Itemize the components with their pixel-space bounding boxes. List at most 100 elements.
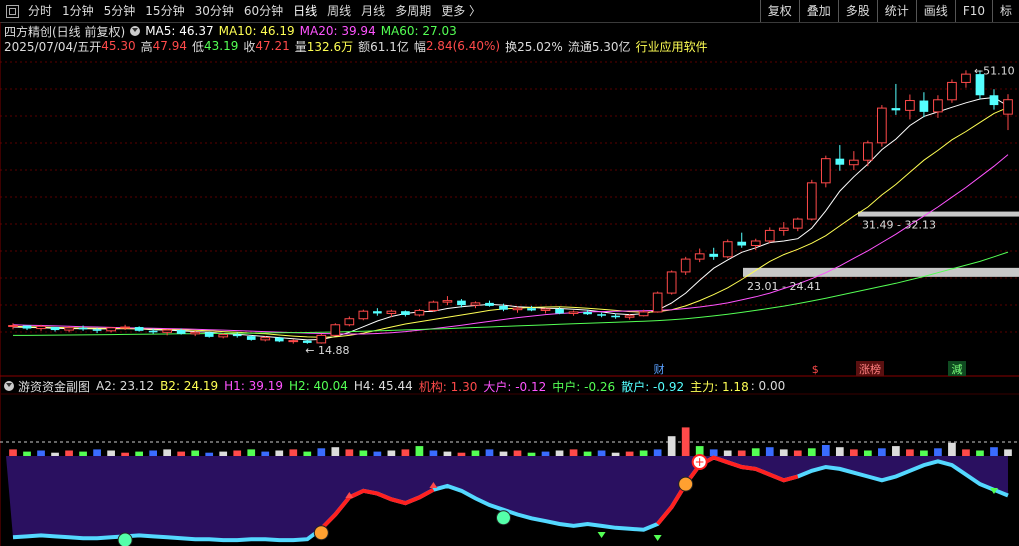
sub-bar (79, 451, 87, 456)
sub-bar (135, 451, 143, 456)
candle-body (806, 182, 817, 220)
sub-bar (583, 451, 592, 456)
sub-bar (976, 450, 984, 456)
sub-bar (457, 452, 466, 456)
sub-bar (177, 451, 186, 456)
candle-body (162, 329, 173, 333)
sub-bar (261, 451, 270, 456)
sub-bar (920, 450, 928, 456)
h4-label: H4: 45.44 (353, 379, 413, 393)
sub-bar (233, 450, 242, 456)
sub-bar (415, 446, 424, 456)
candle-body (22, 325, 32, 329)
candle-body (624, 315, 635, 318)
candle-body (92, 329, 102, 331)
sub-bar (345, 449, 354, 456)
candle-body (302, 340, 312, 343)
candle-body (64, 327, 74, 331)
sub-bar (948, 442, 956, 456)
sub-bar (779, 449, 788, 456)
candle-body (428, 301, 439, 311)
sub-bar (401, 449, 410, 456)
candle-body (218, 334, 229, 338)
sub-bar (864, 450, 872, 456)
sub-bar (625, 451, 634, 456)
candle-body (274, 337, 284, 342)
sub-bar (990, 447, 998, 456)
sub-chart-header: 游资资金副图 A2: 23.12 B2: 24.19 H1: 39.19 H2:… (4, 378, 791, 394)
sub-bar (499, 451, 508, 456)
candle-body (176, 330, 186, 334)
candle-body (597, 314, 606, 316)
candle-body (863, 142, 873, 161)
sub-bar (569, 449, 578, 456)
candle-body (933, 99, 943, 113)
candle-body (666, 271, 677, 294)
candle-body (1003, 99, 1013, 115)
sub-bar (317, 448, 326, 456)
kline-chart[interactable]: ←51.10 ← 14.88 31.49 - 32.13 23.01 - 24.41 财… (0, 0, 1019, 546)
sub-bar (219, 451, 228, 456)
candle-body (470, 302, 481, 306)
sub-bar (289, 449, 298, 456)
tag-jian: 減 (952, 362, 963, 376)
candle-body (120, 326, 130, 329)
sub-bar (892, 446, 900, 456)
range2-label: 23.01 - 24.41 (747, 280, 821, 293)
candle-body (414, 309, 425, 316)
sub-bar (934, 448, 942, 456)
candle-body (820, 158, 831, 184)
sanhu-label: 散户: -0.92 (621, 379, 685, 394)
candle-body (36, 325, 46, 330)
sub-bar (962, 449, 970, 456)
candle-body (50, 327, 60, 331)
extra-label: : 0.00 (750, 379, 786, 393)
sub-bar (51, 452, 59, 456)
zhonghu-label: 中户: -0.26 (552, 379, 616, 394)
candle-body (344, 318, 355, 326)
sub-dropdown-circle-icon[interactable] (4, 381, 14, 391)
candle-body (989, 95, 999, 106)
range1-label: 31.49 - 32.13 (862, 219, 936, 232)
sub-bar (163, 449, 172, 456)
candle-body (442, 300, 453, 303)
candle-body (652, 292, 663, 313)
candle-body (891, 108, 901, 111)
sub-bar (387, 450, 396, 456)
sub-bar (443, 451, 452, 456)
candle-body (792, 218, 803, 229)
candle-body (611, 315, 620, 318)
candle-body (457, 300, 466, 306)
sub-bar (303, 451, 312, 456)
sub-bar (849, 449, 858, 456)
range-bar-lower (743, 267, 1019, 277)
tag-zhangbang: 涨榜 (859, 362, 881, 376)
b2-label: B2: 24.19 (160, 379, 219, 393)
candle-body (485, 302, 494, 306)
candle-body (694, 253, 705, 260)
candle-body (288, 340, 299, 343)
ma-line-ma60 (13, 251, 1009, 336)
sub-bar (541, 451, 550, 456)
sub-bar (65, 450, 73, 456)
sub-bar (23, 451, 31, 456)
candle-body (190, 331, 201, 335)
candle-body (106, 327, 116, 332)
sub-bar (9, 449, 17, 456)
sub-bar (723, 450, 732, 456)
candle-body (750, 240, 761, 247)
ma-line-ma5 (12, 96, 1009, 341)
sub-bar (653, 449, 662, 456)
sub-bar (667, 436, 676, 456)
ma-line-ma10 (12, 106, 1009, 338)
candle-body (373, 311, 382, 314)
candle-body (246, 336, 256, 340)
down-arrow-icon (653, 535, 662, 541)
candle-body (778, 227, 789, 231)
sub-bar (751, 448, 760, 456)
sub-bar (37, 450, 45, 456)
sub-bar (359, 450, 368, 456)
sub-bar (527, 452, 536, 456)
sub-bar (555, 450, 564, 456)
candle-body (583, 311, 592, 315)
